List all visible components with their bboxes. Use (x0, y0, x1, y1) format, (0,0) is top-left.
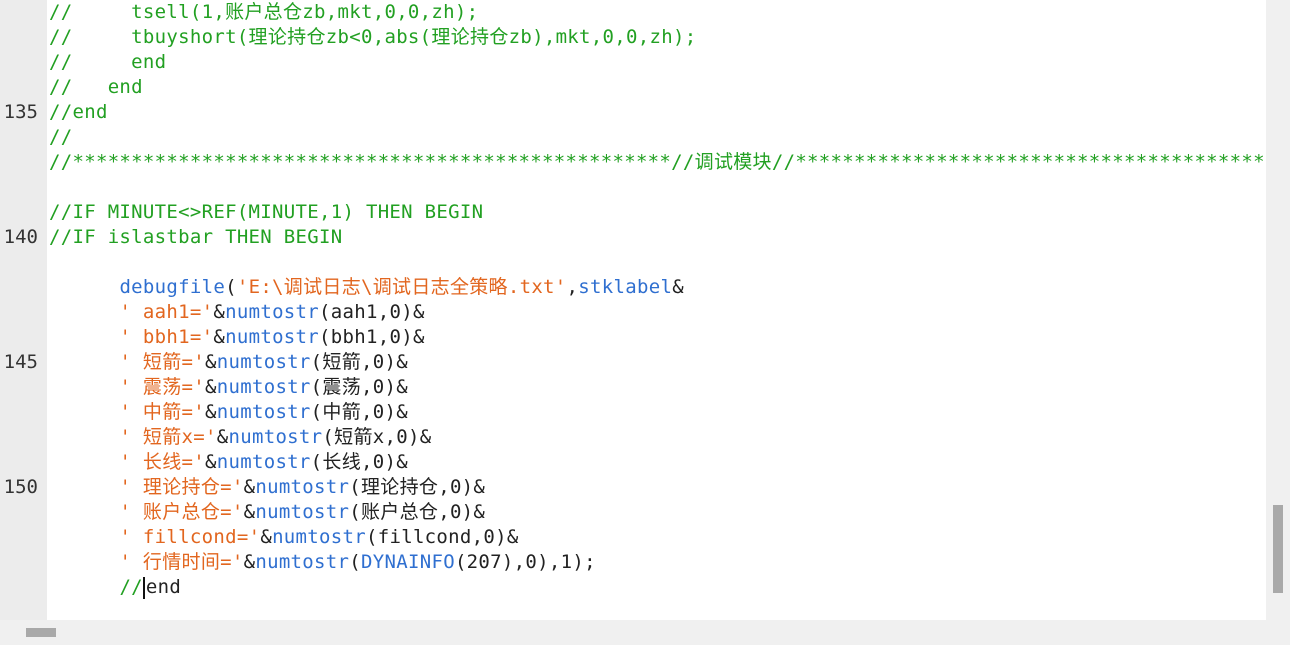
code-line: // end (49, 51, 167, 73)
function-token: numtostr (255, 551, 350, 573)
function-token: stklabel (578, 276, 673, 298)
code-line: // tbuyshort(理论持仓zb<0,abs(理论持仓zb),mkt,0,… (49, 26, 697, 48)
scrollbar-corner (1266, 620, 1290, 645)
code-line: //IF islastbar THEN BEGIN (49, 226, 343, 248)
code-line: ' 账户总仓='&numtostr(账户总仓,0)& (49, 475, 485, 523)
code-line: ' 长线='&numtostr(长线,0)& (49, 425, 408, 473)
code-line: //IF MINUTE<>REF(MINUTE,1) THEN BEGIN (49, 201, 484, 223)
punct-token: & (672, 276, 684, 298)
punct-token: ( (349, 551, 362, 573)
code-line: // tsell(1,账户总仓zb,mkt,0,0,zh); (49, 1, 479, 23)
code-line: ' 理论持仓='&numtostr(理论持仓,0)& (49, 450, 485, 498)
punct-token: , (566, 276, 579, 298)
code-line: ' 行情时间='&numtostr(DYNAINFO(207),0),1); (49, 525, 596, 573)
code-editor[interactable]: 135 140 145 150 // tsell(1,账户总仓zb,mkt,0,… (0, 0, 1290, 645)
code-line: ' bbh1='&numtostr(bbh1,0)& (49, 300, 425, 348)
keyword-token: end (145, 576, 182, 598)
code-text-area[interactable]: // tsell(1,账户总仓zb,mkt,0,0,zh); // tbuysh… (49, 0, 1265, 620)
comment-token: // (119, 576, 143, 598)
args-token: (207),0),1); (454, 551, 596, 573)
punct-token: & (243, 551, 256, 573)
line-number-gutter: 135 140 145 150 (0, 0, 47, 620)
horizontal-scroll-thumb[interactable] (26, 628, 56, 637)
line-number: 150 (3, 476, 38, 498)
code-line: debugfile('E:\调试日志\调试日志全策略.txt',stklabel… (49, 250, 684, 298)
function-token: DYNAINFO (361, 551, 455, 573)
line-number: 145 (3, 351, 38, 373)
code-line: ' 中箭='&numtostr(中箭,0)& (49, 375, 408, 423)
code-line: // (49, 126, 73, 148)
code-line: //end (49, 101, 108, 123)
horizontal-scrollbar[interactable] (0, 620, 1266, 645)
code-line: ' fillcond='&numtostr(fillcond,0)& (49, 500, 519, 548)
code-line: ' 短箭='&numtostr(短箭,0)& (49, 325, 408, 373)
code-line: ' 短箭x='&numtostr(短箭x,0)& (49, 400, 431, 448)
vertical-scrollbar[interactable] (1266, 0, 1290, 620)
text-caret (142, 576, 145, 599)
vertical-scroll-thumb[interactable] (1273, 505, 1283, 593)
line-number: 135 (3, 101, 38, 123)
code-line: ' aah1='&numtostr(aah1,0)& (49, 275, 425, 323)
code-line: // end (49, 76, 143, 98)
code-line-debug-banner: //**************************************… (49, 151, 1265, 173)
code-line: ' 震荡='&numtostr(震荡,0)& (49, 350, 408, 398)
code-line-current: //end (49, 550, 181, 599)
line-number: 140 (3, 226, 38, 248)
